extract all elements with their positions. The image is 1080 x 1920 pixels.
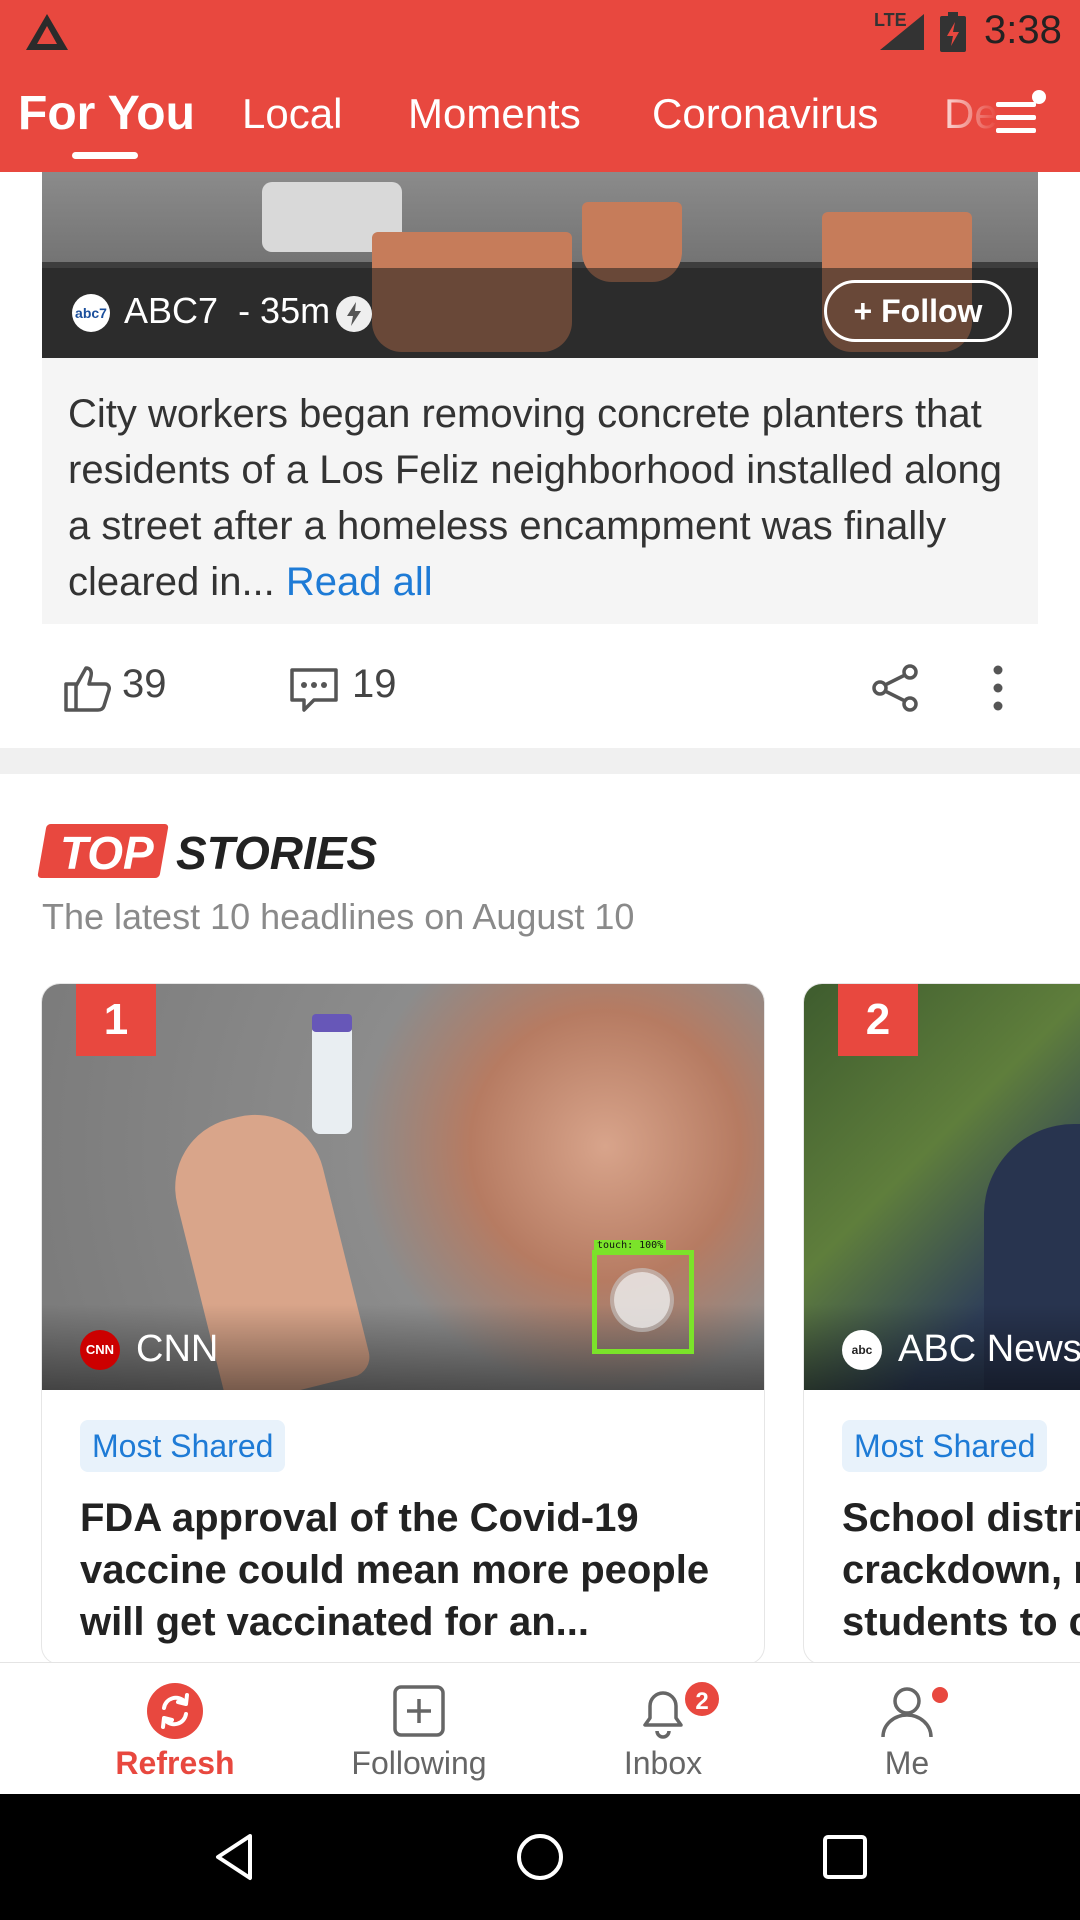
menu-icon[interactable] — [996, 100, 1036, 136]
most-shared-tag: Most Shared — [80, 1420, 286, 1472]
rank-badge: 1 — [76, 984, 156, 1056]
follow-button[interactable]: + Follow — [824, 280, 1012, 342]
me-notification-dot — [930, 1685, 950, 1705]
section-divider — [0, 748, 1080, 774]
nav-following[interactable]: Following — [284, 1663, 554, 1795]
battery-charging-icon — [940, 12, 966, 52]
comment-count: 19 — [352, 662, 397, 706]
system-nav-bar — [0, 1794, 1080, 1920]
recents-icon[interactable] — [820, 1832, 870, 1882]
source-name: ABC7 — [124, 290, 219, 331]
photo-vial — [312, 1024, 352, 1134]
like-count: 39 — [122, 662, 167, 706]
app-logo-icon — [26, 14, 68, 50]
abc-news-logo: abc — [842, 1330, 882, 1370]
story-source[interactable]: ABC News — [898, 1328, 1080, 1371]
nav-refresh[interactable]: Refresh — [40, 1663, 310, 1795]
bolt-icon — [336, 296, 372, 332]
plus-square-icon — [393, 1685, 445, 1737]
menu-notification-dot — [1032, 90, 1046, 104]
abc7-logo: abc7 — [72, 294, 110, 332]
share-icon[interactable] — [870, 662, 922, 714]
signal-icon — [880, 14, 924, 50]
story-headline[interactable]: School distri crackdown, r students to c — [842, 1492, 1080, 1648]
feed-card-source[interactable]: ABC7 - 35m — [124, 290, 330, 332]
post-age: - 35m — [238, 290, 331, 331]
thumbs-up-icon[interactable] — [62, 662, 114, 714]
tab-local[interactable]: Local — [242, 90, 342, 138]
app-header: LTE 3:38 For You Local Moments Coronavir… — [0, 0, 1080, 172]
feed-card-source-bar: abc7 ABC7 - 35m + Follow — [42, 268, 1038, 358]
nav-label: Refresh — [115, 1745, 235, 1781]
inbox-badge: 2 — [682, 1679, 722, 1719]
refresh-icon — [147, 1683, 203, 1739]
most-shared-tag: Most Shared — [842, 1420, 1048, 1472]
feed-card-actions: 39 19 — [0, 650, 1080, 726]
stories-word: STORIES — [176, 827, 378, 879]
status-bar: LTE 3:38 — [0, 0, 1080, 64]
bottom-nav: Refresh Following 2 Inbox Me — [0, 1662, 1080, 1794]
nav-label: Inbox — [623, 1745, 703, 1781]
story-source[interactable]: CNN — [136, 1328, 218, 1371]
back-icon[interactable] — [210, 1832, 260, 1882]
story-headline[interactable]: FDA approval of the Covid-19 vaccine cou… — [80, 1492, 740, 1648]
top-story-card[interactable]: abc ABC News 2 Most Shared School distri… — [804, 984, 1080, 1664]
top-stories-subtitle: The latest 10 headlines on August 10 — [42, 896, 635, 937]
feed-card-image[interactable]: abc7 ABC7 - 35m + Follow — [42, 172, 1038, 358]
person-icon — [881, 1687, 933, 1738]
cnn-logo: CNN — [80, 1330, 120, 1370]
nav-label: Following — [351, 1745, 487, 1781]
comment-icon[interactable] — [288, 662, 340, 714]
summary-text: City workers began removing concrete pla… — [68, 392, 1002, 604]
clock: 3:38 — [984, 8, 1062, 52]
top-word: TOP — [60, 827, 154, 879]
category-tabs: For You Local Moments Coronavirus De — [0, 82, 1080, 162]
nav-me[interactable]: Me — [772, 1663, 1042, 1795]
nav-label: Me — [884, 1745, 930, 1781]
feed-card-summary[interactable]: City workers began removing concrete pla… — [42, 358, 1038, 624]
active-tab-indicator — [72, 152, 138, 159]
photo-vial-cap — [312, 1014, 352, 1032]
tab-coronavirus[interactable]: Coronavirus — [652, 90, 878, 138]
tab-moments[interactable]: Moments — [408, 90, 581, 138]
more-options-icon[interactable] — [972, 662, 1024, 714]
tab-for-you[interactable]: For You — [18, 86, 195, 141]
touch-indicator — [614, 1272, 670, 1328]
rank-badge: 2 — [838, 984, 918, 1056]
nav-inbox[interactable]: 2 Inbox — [528, 1663, 798, 1795]
read-all-link[interactable]: Read all — [286, 560, 433, 604]
home-icon[interactable] — [515, 1832, 565, 1882]
